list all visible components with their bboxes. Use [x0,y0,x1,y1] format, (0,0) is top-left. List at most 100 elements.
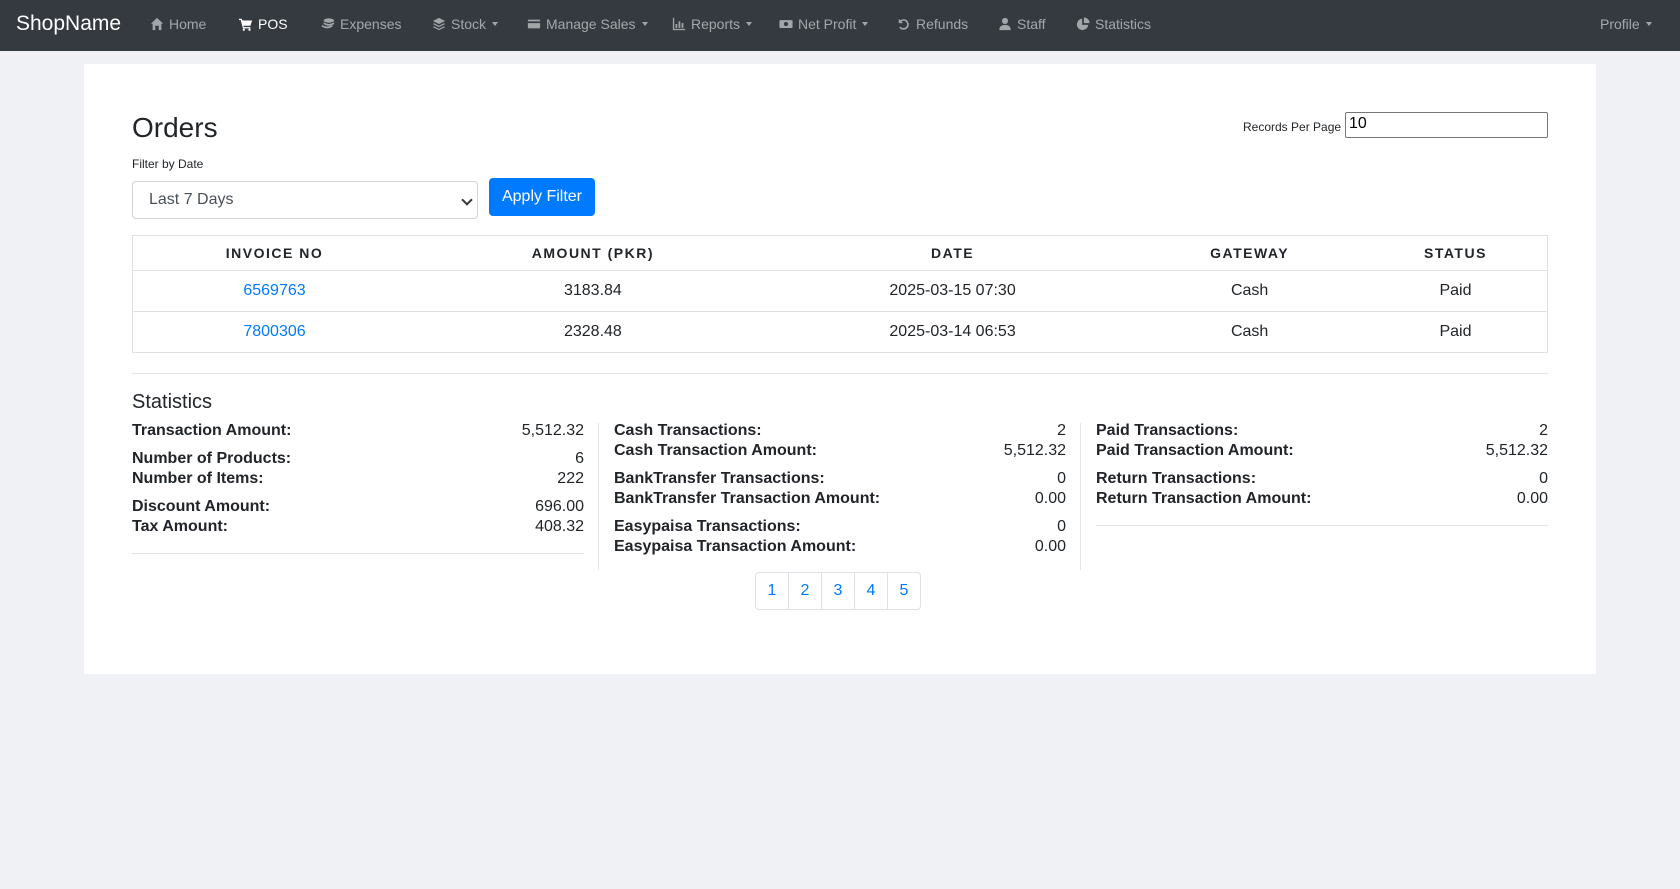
stat-row: Cash Transactions: 2 [614,421,1066,441]
table-row: 7800306 2328.48 2025-03-14 06:53 Cash Pa… [132,311,1548,353]
column-divider [1080,423,1081,570]
column-header-date[interactable]: DATE [769,235,1136,271]
brand-logo[interactable]: ShopName [16,12,121,36]
stat-row: Transaction Amount: 5,512.32 [132,421,584,441]
page-link-5[interactable]: 5 [887,572,921,610]
column-header-invoice[interactable]: INVOICE NO [132,235,417,271]
orders-table: INVOICE NO AMOUNT (PKR) DATE GATEWAY STA… [132,235,1548,353]
undo-icon [896,17,912,31]
stat-value: 696.00 [535,498,584,515]
stat-value: 0 [1057,470,1066,487]
page-link-3[interactable]: 3 [821,572,855,610]
cart-icon [238,17,254,31]
top-navbar: ShopName Home POS Expenses Stock Manage … [0,0,1680,51]
column-divider [598,423,599,570]
page-link-1[interactable]: 1 [755,572,789,610]
stat-label: Tax Amount: [132,518,228,535]
date-cell: 2025-03-15 07:30 [769,270,1136,312]
stat-row: Paid Transactions: 2 [1096,421,1548,441]
table-row: 6569763 3183.84 2025-03-15 07:30 Cash Pa… [132,270,1548,312]
apply-filter-button[interactable]: Apply Filter [489,178,595,216]
coins-icon [320,17,336,31]
stat-row: Cash Transaction Amount: 5,512.32 [614,441,1066,461]
gateway-cell: Cash [1135,311,1364,353]
nav-item-label: Reports [691,16,741,32]
stat-value: 0.00 [1516,490,1548,507]
gateway-cell: Cash [1135,270,1364,312]
stat-value: 2 [1539,422,1548,439]
amount-cell: 3183.84 [416,270,770,312]
amount-cell: 2328.48 [416,311,770,353]
stat-row: Return Transaction Amount: 0.00 [1096,489,1548,509]
pie-chart-icon [1075,17,1091,31]
nav-item-home[interactable]: Home [149,16,206,32]
stat-value: 5,512.32 [1485,442,1548,459]
date-cell: 2025-03-14 06:53 [769,311,1136,353]
layers-icon [431,17,447,31]
invoice-cell: 7800306 [132,311,417,353]
chart-icon [671,17,687,31]
stat-label: Return Transactions: [1096,470,1257,487]
stat-value: 222 [557,470,584,487]
stat-value: 5,512.32 [521,422,584,439]
invoice-cell: 6569763 [132,270,417,312]
stat-row: Tax Amount: 408.32 [132,517,584,537]
user-icon [997,17,1013,31]
stat-row: Number of Items: 222 [132,469,584,489]
stat-label: Paid Transactions: [1096,422,1239,439]
column-header-status[interactable]: STATUS [1363,235,1548,271]
stat-row: BankTransfer Transaction Amount: 0.00 [614,489,1066,509]
column-header-amount[interactable]: AMOUNT (PKR) [416,235,770,271]
stat-label: Discount Amount: [132,498,271,515]
invoice-link[interactable]: 7800306 [243,323,305,340]
nav-item-label: Manage Sales [546,16,636,32]
status-cell: Paid [1363,270,1548,312]
stat-label: BankTransfer Transactions: [614,470,825,487]
stat-label: Easypaisa Transaction Amount: [614,538,857,555]
nav-item-label: Expenses [340,16,402,32]
page-title: Orders [132,112,218,143]
nav-item-expenses[interactable]: Expenses [320,16,401,32]
stat-value: 0 [1539,470,1548,487]
nav-item-pos[interactable]: POS [238,16,288,32]
stat-row: Easypaisa Transactions: 0 [614,517,1066,537]
pagination: 1 2 3 4 5 [755,572,921,610]
nav-item-label: Stock [451,16,487,32]
records-per-page-input[interactable]: 10 [1345,112,1548,138]
page-link-4[interactable]: 4 [854,572,888,610]
stats-column-general: Transaction Amount: 5,512.32 Number of Pr… [132,421,584,554]
stat-value: 0.00 [1034,538,1066,555]
stat-label: Number of Products: [132,450,292,467]
filter-by-date-label: Filter by Date [132,157,204,171]
stats-column-status: Paid Transactions: 2 Paid Transaction Amo… [1096,421,1548,526]
nav-item-stock[interactable]: Stock [431,16,499,32]
stat-label: Cash Transactions: [614,422,762,439]
nav-item-label: POS [258,16,288,32]
nav-item-label: Home [169,16,207,32]
invoice-link[interactable]: 6569763 [243,282,305,299]
nav-item-manage-sales[interactable]: Manage Sales [526,16,648,32]
nav-item-reports[interactable]: Reports [671,16,753,32]
stat-value: 408.32 [535,518,584,535]
date-filter-select[interactable]: Last 7 Days [132,181,478,219]
stat-row: Easypaisa Transaction Amount: 0.00 [614,537,1066,557]
stat-value: 0 [1057,518,1066,535]
statistics-title: Statistics [132,391,213,413]
nav-item-net-profit[interactable]: Net Profit [778,16,869,32]
page-link-2[interactable]: 2 [788,572,822,610]
column-header-gateway[interactable]: GATEWAY [1135,235,1364,271]
stat-label: Paid Transaction Amount: [1096,442,1294,459]
nav-item-label: Staff [1017,16,1046,32]
nav-item-refunds[interactable]: Refunds [896,16,968,32]
nav-item-profile[interactable]: Profile [1600,16,1652,32]
credit-card-icon [526,17,542,31]
nav-item-statistics[interactable]: Statistics [1075,16,1151,32]
stat-label: Cash Transaction Amount: [614,442,817,459]
stat-row: Paid Transaction Amount: 5,512.32 [1096,441,1548,461]
stat-row: Number of Products: 6 [132,449,584,469]
stat-value: 5,512.32 [1003,442,1066,459]
nav-item-staff[interactable]: Staff [997,16,1046,32]
nav-item-label: Net Profit [798,16,857,32]
stat-value: 2 [1057,422,1066,439]
stat-label: Transaction Amount: [132,422,292,439]
